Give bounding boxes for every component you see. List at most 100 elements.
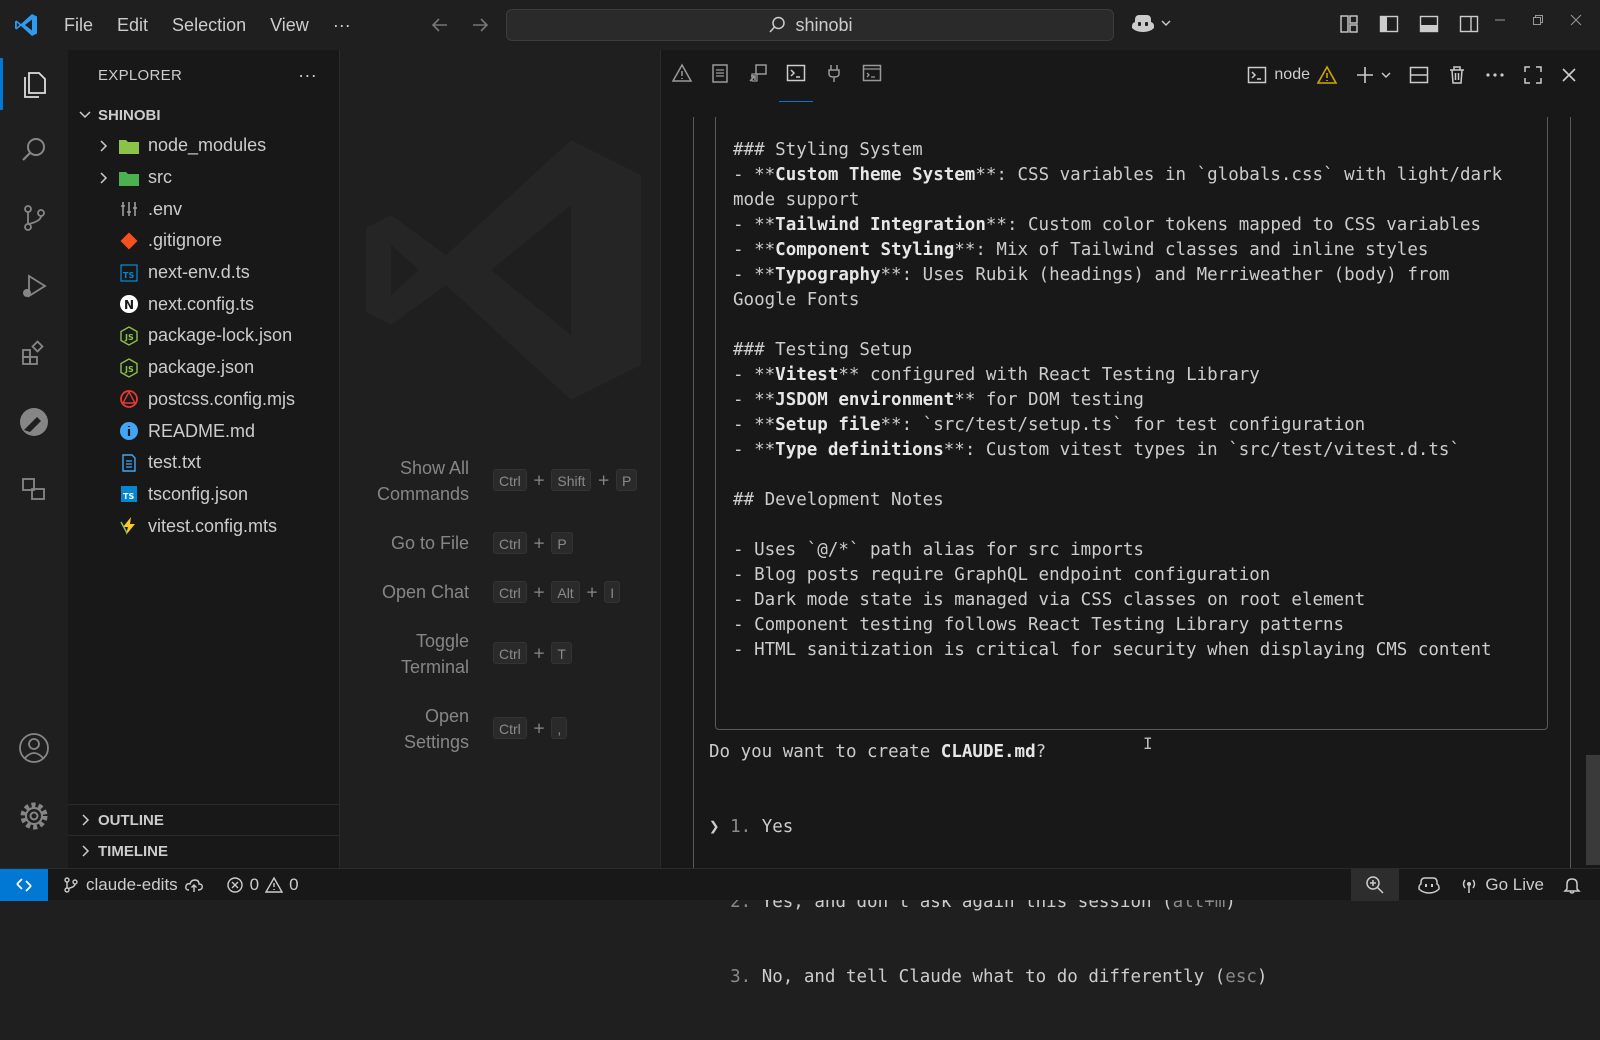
explorer-icon[interactable] xyxy=(0,58,54,110)
menu-selection[interactable]: Selection xyxy=(160,15,258,36)
zoom-icon xyxy=(1366,876,1384,894)
more-actions-icon[interactable] xyxy=(1484,64,1506,86)
panel-tabs xyxy=(671,62,883,102)
search-icon[interactable] xyxy=(14,130,54,170)
shortcut-keys: Ctrl + Alt + I xyxy=(493,581,621,603)
plus-icon xyxy=(1357,67,1373,83)
split-terminal-icon[interactable] xyxy=(1408,64,1430,86)
close-panel-icon[interactable] xyxy=(1560,66,1578,84)
go-live-button[interactable]: Go Live xyxy=(1459,875,1544,895)
terminal-line: - Uses `@/*` path alias for src imports xyxy=(733,540,1144,560)
git-icon xyxy=(118,230,140,252)
remote-explorer-icon[interactable] xyxy=(14,402,54,442)
tree-item-label: node_modules xyxy=(148,135,267,156)
svg-text:JS: JS xyxy=(124,333,134,342)
folder-item[interactable]: src xyxy=(68,162,339,194)
maximize-panel-icon[interactable] xyxy=(1522,64,1544,86)
keycap: Ctrl xyxy=(493,581,527,603)
terminal-line: - **Component Styling**: Mix of Tailwind… xyxy=(733,240,1429,260)
menu-more[interactable]: ··· xyxy=(321,15,363,36)
file-item[interactable]: README.md xyxy=(68,415,339,447)
branch-indicator[interactable]: claude-edits xyxy=(54,875,212,895)
copilot-menu[interactable] xyxy=(1130,12,1172,34)
timeline-label: TIMELINE xyxy=(98,842,168,860)
terminal-selector[interactable]: node xyxy=(1246,64,1338,86)
toggle-secondary-sidebar-icon[interactable] xyxy=(1458,13,1480,35)
customize-layout-icon[interactable] xyxy=(1338,13,1360,35)
search-icon xyxy=(769,16,786,33)
explorer-more-button[interactable]: ··· xyxy=(298,65,317,86)
file-item[interactable]: vitest.config.mts xyxy=(68,510,339,542)
tree-item-label: src xyxy=(148,167,172,188)
restore-icon[interactable] xyxy=(1532,14,1544,26)
extensions-icon[interactable] xyxy=(14,334,54,374)
terminal-scrollbar[interactable] xyxy=(1586,755,1600,865)
file-item[interactable]: JS package.json xyxy=(68,352,339,384)
new-terminal-button[interactable] xyxy=(1354,64,1392,86)
toggle-panel-icon[interactable] xyxy=(1418,13,1440,35)
menu-edit[interactable]: Edit xyxy=(105,15,160,36)
command-center-search[interactable]: shinobi xyxy=(506,9,1114,41)
back-arrow-icon[interactable] xyxy=(429,14,451,36)
terminal-list-tab[interactable] xyxy=(861,62,883,90)
terminal-output[interactable]: ### Styling System - **Custom Theme Syste… xyxy=(733,138,1502,663)
explorer-title: EXPLORER xyxy=(98,66,183,84)
copilot-status-icon[interactable] xyxy=(1417,875,1441,895)
terminal-line: - **Tailwind Integration**: Custom color… xyxy=(733,215,1482,235)
workspace-root[interactable]: SHINOBI xyxy=(68,100,339,130)
terminal-line: - Dark mode state is managed via CSS cla… xyxy=(733,590,1366,610)
source-control-icon[interactable] xyxy=(14,198,54,238)
remote-indicator[interactable] xyxy=(0,868,48,901)
settings-gear-icon[interactable] xyxy=(14,796,54,836)
chevron-down-icon xyxy=(79,111,91,119)
keycap: Ctrl xyxy=(493,642,527,664)
tree-item-label: package.json xyxy=(148,357,255,378)
zoom-indicator[interactable] xyxy=(1351,869,1400,901)
panel-actions: node xyxy=(1246,64,1578,86)
file-item[interactable]: postcss.config.mjs xyxy=(68,384,339,416)
timeline-section[interactable]: TIMELINE xyxy=(68,835,340,866)
toggle-primary-sidebar-icon[interactable] xyxy=(1378,13,1400,35)
option-no[interactable]: 3. No, and tell Claude what to do differ… xyxy=(709,965,1267,990)
containers-icon[interactable] xyxy=(14,470,54,510)
folder-item[interactable]: node_modules xyxy=(68,130,339,162)
terminal-line: - **Type definitions**: Custom vitest ty… xyxy=(733,440,1460,460)
file-item[interactable]: TS tsconfig.json xyxy=(68,479,339,511)
menu-view[interactable]: View xyxy=(258,15,321,36)
workspace-name: SHINOBI xyxy=(98,106,161,124)
file-item[interactable]: TS next-env.d.ts xyxy=(68,257,339,289)
branch-name: claude-edits xyxy=(86,874,178,894)
file-item[interactable]: test.txt xyxy=(68,447,339,479)
file-item[interactable]: JS package-lock.json xyxy=(68,320,339,352)
ts-def-icon: TS xyxy=(118,262,140,284)
run-debug-icon[interactable] xyxy=(14,266,54,306)
terminal-tab[interactable] xyxy=(779,62,813,102)
trash-icon[interactable] xyxy=(1446,64,1468,86)
close-window-icon[interactable] xyxy=(1570,14,1582,26)
key-separator: + xyxy=(532,719,546,737)
copilot-icon xyxy=(1132,15,1154,32)
minimize-icon[interactable] xyxy=(1494,14,1506,26)
npm-icon: JS xyxy=(118,357,140,379)
tree-item-label: vitest.config.mts xyxy=(148,515,278,536)
tree-item-label: next-env.d.ts xyxy=(148,262,250,283)
terminal-icon xyxy=(786,64,806,82)
accounts-icon[interactable] xyxy=(14,728,54,768)
outline-section[interactable]: OUTLINE xyxy=(68,804,340,835)
problems-indicator[interactable]: 0 0 xyxy=(218,875,307,895)
forward-arrow-icon[interactable] xyxy=(469,14,491,36)
option-yes[interactable]: ❯ 1. Yes xyxy=(709,815,1267,840)
file-item[interactable]: .gitignore xyxy=(68,225,339,257)
search-text: shinobi xyxy=(795,14,853,35)
file-item[interactable]: .env xyxy=(68,193,339,225)
debug-console-tab[interactable] xyxy=(747,62,769,90)
status-bar: claude-edits 0 0 Go Live xyxy=(0,868,1600,901)
output-tab[interactable] xyxy=(709,62,731,90)
notifications-bell-icon[interactable] xyxy=(1562,875,1582,895)
problems-tab[interactable] xyxy=(671,62,693,90)
file-item[interactable]: Nnext.config.ts xyxy=(68,288,339,320)
ports-tab[interactable] xyxy=(823,62,845,90)
menu-file[interactable]: File xyxy=(52,15,105,36)
